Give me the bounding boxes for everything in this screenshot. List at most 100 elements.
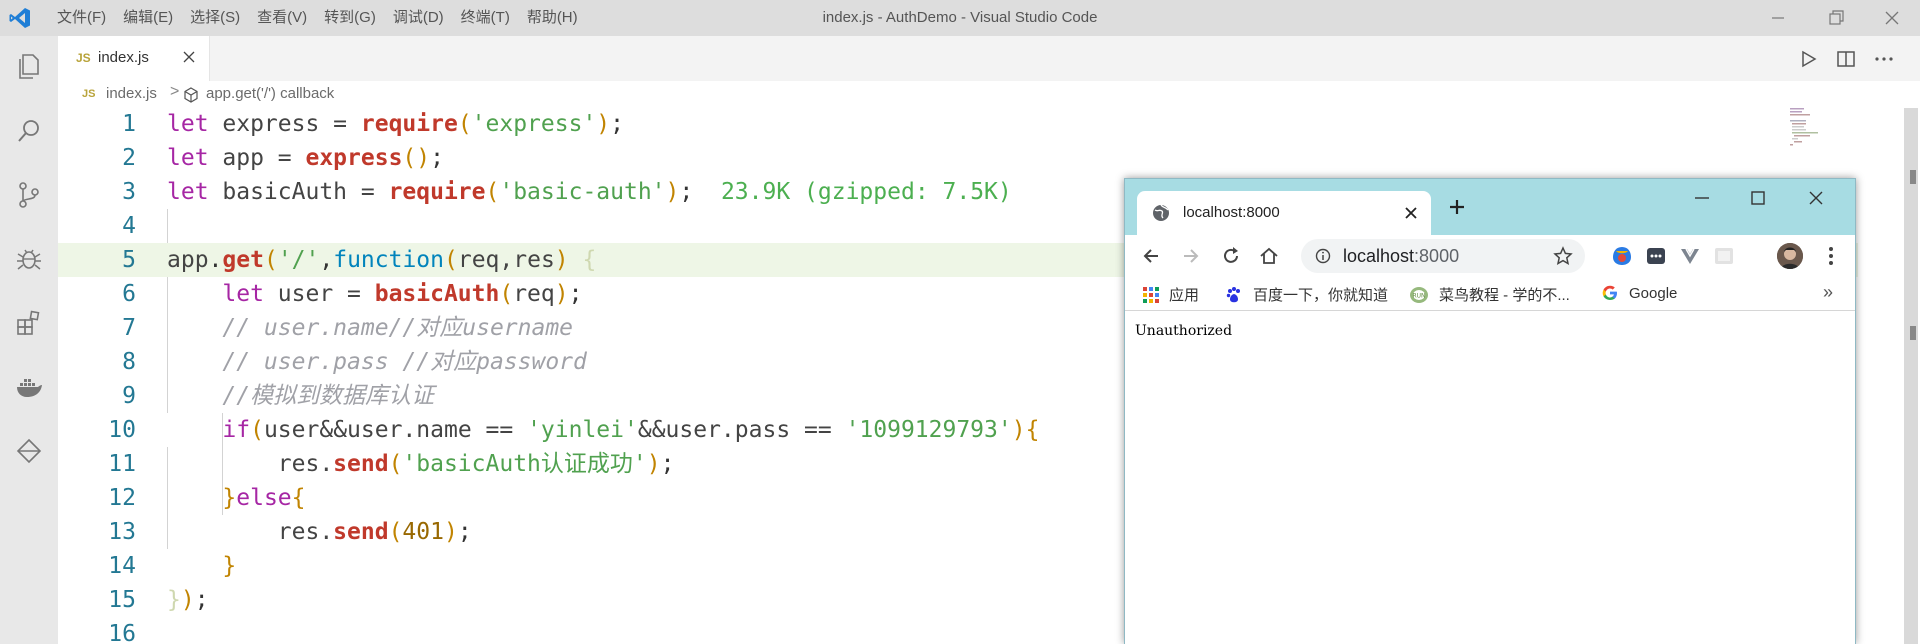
line-number: 5 — [122, 247, 136, 273]
runoob-icon: RUN — [1410, 286, 1428, 303]
run-icon[interactable] — [1796, 47, 1820, 71]
editor-tab-bar: JS index.js — [58, 36, 1920, 81]
browser-tab[interactable]: localhost:8000 — [1137, 191, 1431, 235]
reload-icon[interactable] — [1219, 244, 1243, 268]
back-icon[interactable] — [1139, 244, 1163, 268]
js-file-icon: JS — [76, 51, 91, 65]
minimize-icon[interactable] — [1691, 187, 1713, 209]
bookmark-label: 菜鸟教程 - 学的不... — [1439, 287, 1570, 304]
bookmark-label: 应用 — [1169, 287, 1200, 304]
line-number: 16 — [108, 621, 136, 644]
browser-toolbar: localhost:8000 — [1125, 235, 1855, 277]
more-actions-icon[interactable] — [1872, 47, 1896, 71]
line-number: 15 — [108, 587, 136, 613]
line-number: 1 — [122, 111, 136, 137]
browser-tab-title: localhost:8000 — [1183, 204, 1280, 221]
code-line: 2 let app = express(); — [58, 141, 1858, 175]
menu-view[interactable]: 查看(V) — [252, 0, 312, 36]
profile-avatar[interactable] — [1777, 243, 1803, 269]
overview-ruler-mark — [1910, 170, 1916, 184]
minimize-icon[interactable] — [1766, 6, 1790, 30]
bookmark-runoob[interactable]: RUN 菜鸟教程 - 学的不... — [1409, 284, 1570, 305]
menu-file[interactable]: 文件(F) — [52, 0, 111, 36]
line-number: 6 — [122, 281, 136, 307]
globe-icon — [1153, 204, 1169, 221]
menu-debug[interactable]: 调试(D) — [388, 0, 449, 36]
remote-icon[interactable] — [14, 436, 44, 466]
line-number: 2 — [122, 145, 136, 171]
vue-devtools-icon[interactable] — [1679, 245, 1701, 267]
line-number: 9 — [122, 383, 136, 409]
explorer-icon[interactable] — [14, 52, 44, 82]
browser-page-content: Unauthorized — [1125, 312, 1855, 644]
close-icon[interactable] — [180, 48, 198, 66]
docker-icon[interactable] — [14, 372, 44, 402]
editor-scrollbar[interactable] — [1904, 108, 1918, 644]
menu-edit[interactable]: 编辑(E) — [118, 0, 178, 36]
close-icon[interactable] — [1401, 203, 1421, 223]
breadcrumb-file[interactable]: index.js — [106, 85, 157, 102]
close-window-icon[interactable] — [1805, 187, 1827, 209]
line-number: 8 — [122, 349, 136, 375]
window-title: index.js - AuthDemo - Visual Studio Code — [822, 9, 1098, 26]
vscode-logo-icon — [9, 8, 30, 28]
address-bar[interactable]: localhost:8000 — [1301, 239, 1585, 273]
bookmark-google[interactable]: Google — [1601, 284, 1677, 302]
bookmark-star-icon[interactable] — [1553, 246, 1573, 266]
source-control-icon[interactable] — [14, 180, 44, 210]
google-g-icon — [1602, 285, 1617, 300]
bookmarks-bar: 应用 百度一下，你就知道 RUN 菜鸟教程 - 学的不... Google » — [1125, 277, 1855, 311]
split-editor-icon[interactable] — [1834, 47, 1858, 71]
restore-icon[interactable] — [1824, 6, 1848, 30]
forward-icon[interactable] — [1179, 244, 1203, 268]
debug-icon[interactable] — [14, 244, 44, 274]
avatar-image — [1777, 243, 1803, 269]
title-bar: 文件(F) 编辑(E) 选择(S) 查看(V) 转到(G) 调试(D) 终端(T… — [0, 0, 1920, 36]
maximize-icon[interactable] — [1747, 187, 1769, 209]
symbol-method-icon — [184, 87, 198, 103]
breadcrumb-separator: > — [170, 83, 180, 100]
minimap[interactable] — [1790, 108, 1870, 148]
url-text: localhost:8000 — [1343, 246, 1460, 266]
svg-text:RUN: RUN — [1412, 292, 1425, 299]
search-icon[interactable] — [14, 116, 44, 146]
overview-ruler-mark — [1910, 326, 1916, 340]
bookmark-baidu[interactable]: 百度一下，你就知道 — [1225, 284, 1388, 305]
new-tab-icon[interactable] — [1445, 195, 1469, 219]
home-icon[interactable] — [1257, 244, 1281, 268]
bookmark-label: 百度一下，你就知道 — [1253, 287, 1389, 304]
menu-help[interactable]: 帮助(H) — [522, 0, 583, 36]
activity-bar — [0, 36, 58, 644]
line-number: 11 — [108, 451, 136, 477]
kebab-menu-icon[interactable] — [1821, 244, 1841, 268]
menu-terminal[interactable]: 终端(T) — [456, 0, 515, 36]
menu-go[interactable]: 转到(G) — [319, 0, 381, 36]
line-number: 14 — [108, 553, 136, 579]
js-file-icon: JS — [82, 88, 96, 100]
baidu-paw-icon — [1226, 286, 1240, 302]
import-cost-hint: 23.9K (gzipped: 7.5K) — [720, 179, 1012, 205]
code-line: 1 let express = require('express'); — [58, 107, 1858, 141]
menu-selection[interactable]: 选择(S) — [185, 0, 245, 36]
tab-index-js[interactable]: JS index.js — [58, 36, 210, 81]
bookmarks-overflow-button[interactable]: » — [1823, 282, 1833, 303]
line-number: 13 — [108, 519, 136, 545]
menu-bar: 文件(F) 编辑(E) 选择(S) 查看(V) 转到(G) 调试(D) 终端(T… — [52, 0, 590, 36]
browser-window: localhost:8000 localhost:8000 应用 百度一下，你就… — [1124, 178, 1856, 644]
apps-grid-icon — [1143, 286, 1159, 303]
bookmark-apps[interactable]: 应用 — [1143, 284, 1199, 305]
page-text: Unauthorized — [1135, 323, 1233, 339]
browser-tab-strip: localhost:8000 — [1125, 179, 1855, 235]
line-number: 3 — [122, 179, 136, 205]
extension-icon-1[interactable] — [1611, 245, 1633, 267]
line-number: 10 — [108, 417, 136, 443]
extension-icon-2[interactable] — [1645, 245, 1667, 267]
extension-icon-4[interactable] — [1713, 245, 1735, 267]
tab-label: index.js — [98, 49, 149, 66]
extensions-icon[interactable] — [14, 308, 44, 338]
breadcrumb: JS index.js > app.get('/') callback — [58, 81, 1920, 107]
close-window-icon[interactable] — [1880, 6, 1904, 30]
info-icon[interactable] — [1315, 248, 1331, 264]
bookmark-label: Google — [1629, 284, 1678, 302]
breadcrumb-symbol[interactable]: app.get('/') callback — [206, 85, 334, 102]
